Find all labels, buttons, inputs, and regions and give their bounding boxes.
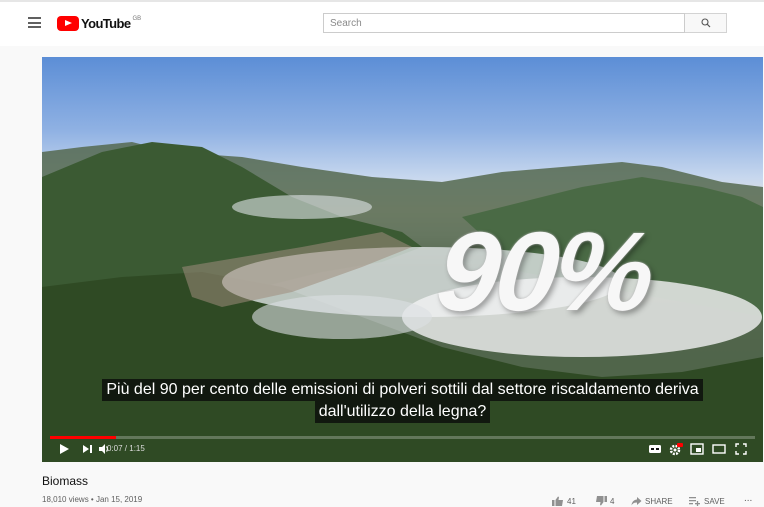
subtitle-line-2: dall'utilizzo della legna? xyxy=(314,401,491,423)
youtube-logo[interactable]: YouTube GB xyxy=(57,14,141,32)
like-count: 41 xyxy=(567,496,576,506)
progress-played xyxy=(50,436,116,439)
video-overlay-percentage: 90% xyxy=(431,209,657,334)
subtitles: Più del 90 per cento delle emissioni di … xyxy=(42,379,763,423)
share-button[interactable]: SHARE xyxy=(631,496,673,506)
video-player[interactable]: 90% Più del 90 per cento delle emissioni… xyxy=(42,57,763,462)
dislike-count: 4 xyxy=(610,496,615,506)
dislike-button[interactable]: 4 xyxy=(595,496,614,506)
share-icon xyxy=(631,497,642,506)
time-display: 0:07 / 1:15 xyxy=(107,444,145,453)
save-icon xyxy=(689,497,700,506)
player-controls: 0:07 / 1:15 xyxy=(42,440,763,462)
share-label: SHARE xyxy=(645,496,673,506)
progress-bar[interactable] xyxy=(50,436,755,439)
logo-play-icon xyxy=(57,15,79,31)
logo-text: YouTube xyxy=(81,15,131,31)
video-title: Biomass xyxy=(42,474,89,488)
menu-icon[interactable] xyxy=(28,17,41,28)
more-icon: ... xyxy=(744,493,753,504)
miniplayer-icon[interactable] xyxy=(690,443,704,455)
save-label: SAVE xyxy=(704,496,725,506)
play-icon[interactable] xyxy=(58,443,70,455)
captions-icon[interactable] xyxy=(648,443,662,455)
top-bar: YouTube GB xyxy=(0,0,764,46)
more-actions-button[interactable]: ... xyxy=(744,493,752,504)
like-icon xyxy=(552,496,563,506)
settings-icon[interactable] xyxy=(669,443,683,457)
video-meta: 18,010 views • Jan 15, 2019 xyxy=(42,495,143,504)
fullscreen-icon[interactable] xyxy=(735,443,747,455)
theater-icon[interactable] xyxy=(712,443,726,455)
like-button[interactable]: 41 xyxy=(552,496,576,506)
search-button[interactable] xyxy=(685,13,727,33)
top-divider xyxy=(0,0,764,2)
subtitle-line-1: Più del 90 per cento delle emissioni di … xyxy=(102,379,703,401)
next-icon[interactable] xyxy=(82,443,93,455)
dislike-icon xyxy=(596,496,607,506)
search-input[interactable] xyxy=(323,13,685,33)
save-button[interactable]: SAVE xyxy=(689,496,725,506)
search-icon xyxy=(700,18,710,28)
logo-country: GB xyxy=(132,16,142,22)
